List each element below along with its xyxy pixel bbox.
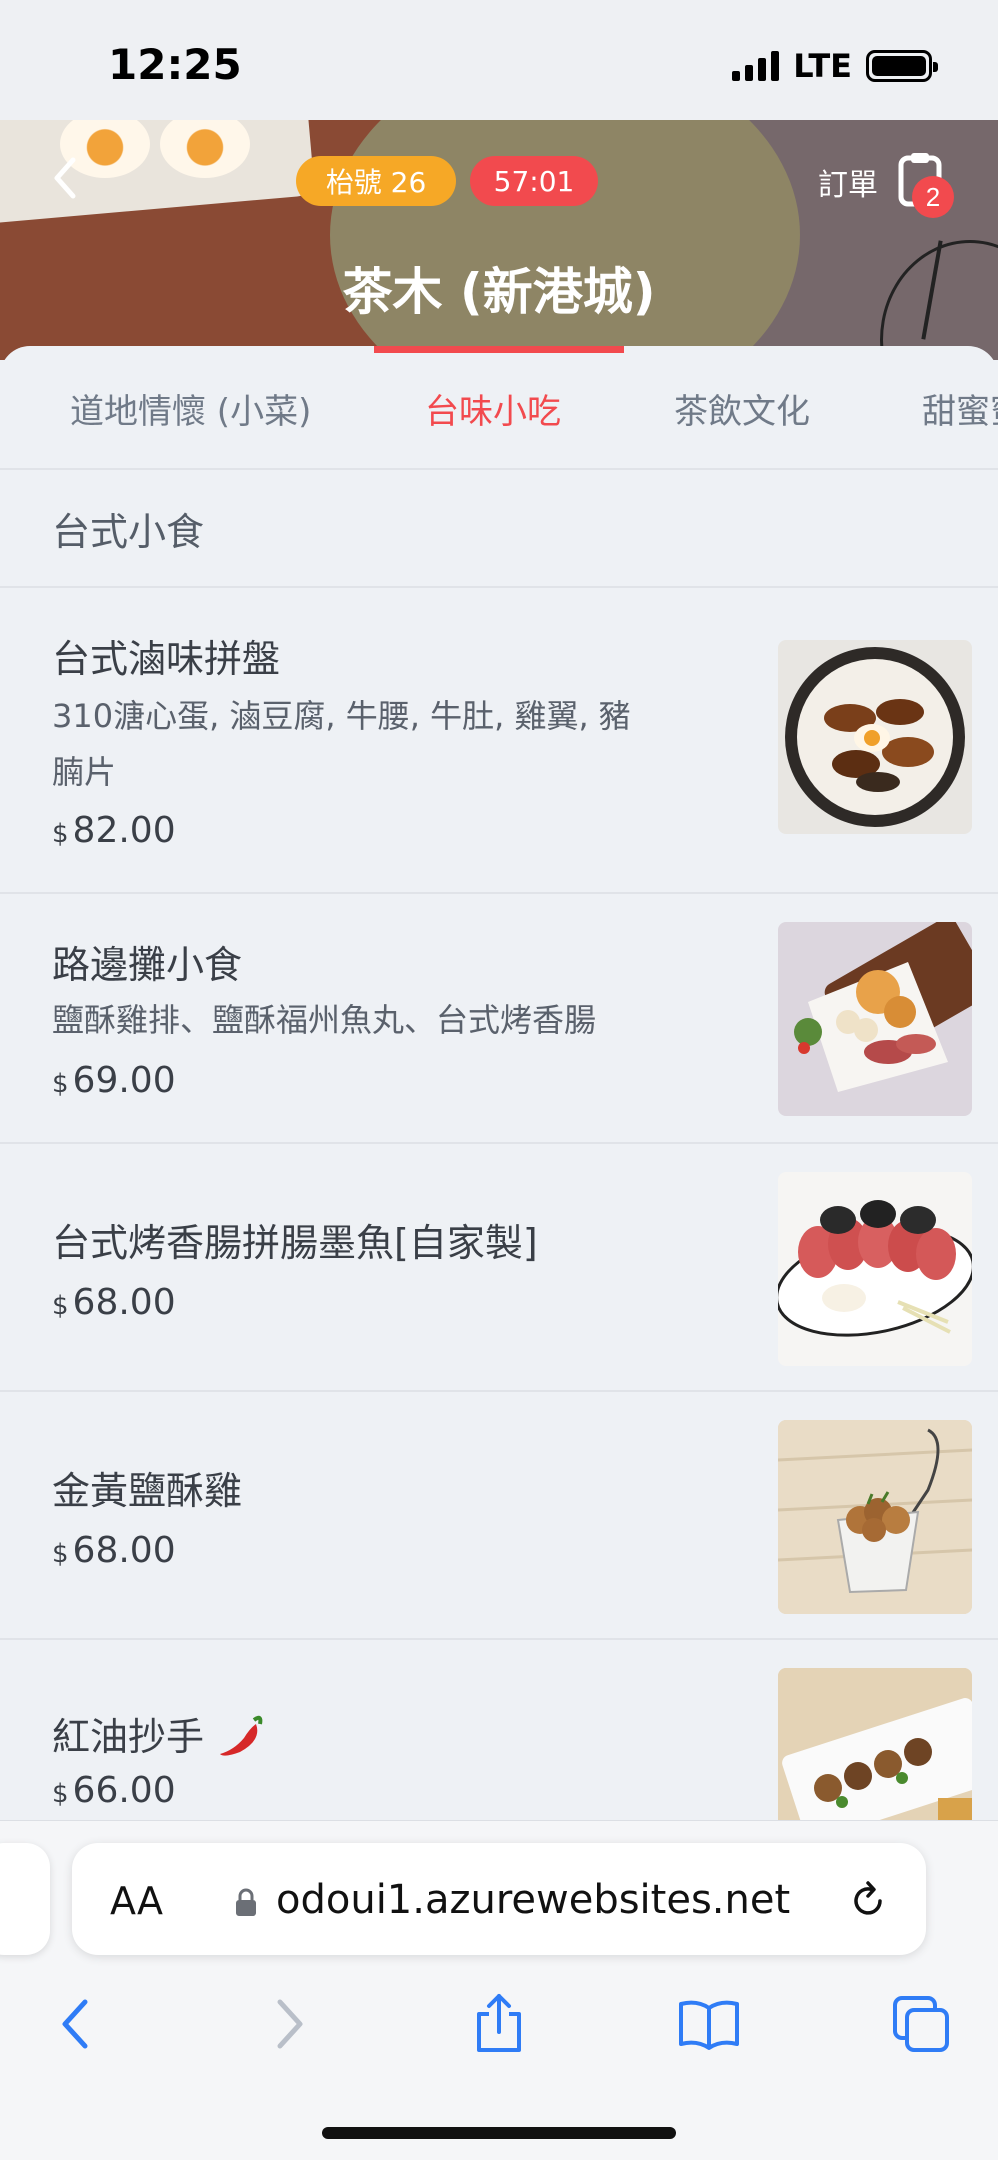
price-amount: 68.00	[72, 1282, 176, 1323]
item-price: $82.00	[52, 810, 176, 851]
currency-symbol: $	[52, 1291, 69, 1321]
sausage-squid-image	[778, 1200, 972, 1337]
item-price: $66.00	[52, 1770, 176, 1811]
order-button-label[interactable]: 訂單	[818, 160, 878, 204]
popcorn-chicken-image	[778, 1420, 972, 1614]
chili-wontons-photo[interactable]	[778, 1668, 972, 1826]
item-name: 金黃鹽酥雞	[52, 1469, 243, 1513]
item-price: $68.00	[52, 1282, 176, 1323]
browser-forward-button[interactable]	[255, 1989, 325, 2059]
text-size-label: AA	[110, 1879, 164, 1923]
item-description: 鹽酥雞排、鹽酥福州魚丸、台式烤香腸	[52, 1001, 597, 1039]
cellular-signal-icon	[732, 51, 780, 81]
status-indicators: LTE	[732, 46, 938, 86]
url-text[interactable]: odoui1.azurewebsites.net	[276, 1877, 790, 1923]
currency-symbol: $	[52, 1069, 69, 1099]
menu-item[interactable]: 台式烤香腸拼腸墨魚[自家製] $68.00	[0, 1144, 998, 1392]
item-description: 310溏心蛋, 滷豆腐, 牛腰, 牛肚, 雞翼, 豬 腩片	[52, 688, 692, 800]
chili-wontons-image	[778, 1668, 972, 1826]
tab-tea-drinks[interactable]: 茶飲文化	[674, 384, 810, 433]
tabs-button[interactable]	[886, 1989, 956, 2059]
chili-pepper-icon	[220, 1715, 263, 1756]
battery-icon	[866, 50, 938, 82]
item-description-line: 310溏心蛋, 滷豆腐, 牛腰, 牛肚, 雞翼, 豬	[52, 697, 631, 735]
lock-icon	[236, 1888, 256, 1916]
currency-symbol: $	[52, 1539, 69, 1569]
menu-panel: 道地情懷 (小菜) 台味小吃 茶飲文化 甜蜜蜜 台式小食 台式滷味拼盤 310溏…	[0, 346, 998, 1826]
item-name: 路邊攤小食	[52, 943, 243, 987]
tab-sweets[interactable]: 甜蜜蜜	[922, 384, 998, 433]
previous-tab-preview[interactable]	[0, 1843, 50, 1955]
price-amount: 82.00	[72, 810, 176, 851]
share-button[interactable]	[464, 1989, 534, 2059]
home-indicator[interactable]	[322, 2127, 676, 2139]
section-title: 台式小食	[0, 470, 998, 588]
book-icon	[679, 2000, 739, 2050]
bookmarks-button[interactable]	[674, 1989, 744, 2059]
sausage-squid-photo[interactable]	[778, 1172, 972, 1366]
address-bar[interactable]: AA odoui1.azurewebsites.net	[72, 1843, 926, 1955]
browser-toolbar: AA odoui1.azurewebsites.net	[0, 1820, 998, 2160]
item-name: 台式烤香腸拼腸墨魚[自家製]	[52, 1221, 538, 1265]
item-name-text: 紅油抄手	[52, 1715, 205, 1759]
back-button[interactable]	[40, 150, 90, 206]
street-snacks-photo[interactable]	[778, 922, 972, 1116]
chevron-right-icon	[277, 1999, 303, 2049]
tabs-icon	[893, 1996, 949, 2052]
braised-platter-image	[785, 647, 965, 827]
chevron-left-icon	[54, 157, 76, 199]
active-tab-indicator	[374, 346, 624, 353]
menu-item[interactable]: 紅油抄手 $66.00	[0, 1640, 998, 1826]
item-price: $69.00	[52, 1060, 176, 1101]
item-name: 紅油抄手	[52, 1706, 266, 1761]
currency-symbol: $	[52, 819, 69, 849]
menu-item[interactable]: 路邊攤小食 鹽酥雞排、鹽酥福州魚丸、台式烤香腸 $69.00	[0, 894, 998, 1144]
browser-nav-row	[0, 1989, 998, 2079]
browser-back-button[interactable]	[40, 1989, 110, 2059]
item-name: 台式滷味拼盤	[52, 637, 281, 681]
menu-item[interactable]: 金黃鹽酥雞 $68.00	[0, 1392, 998, 1640]
store-header: 枱號 26 57:01 訂單 2 茶木 (新港城)	[0, 120, 998, 360]
network-type: LTE	[793, 47, 852, 85]
tab-local-side-dishes[interactable]: 道地情懷 (小菜)	[70, 384, 311, 433]
item-price: $68.00	[52, 1530, 176, 1571]
popcorn-chicken-photo[interactable]	[778, 1420, 972, 1614]
session-timer-badge: 57:01	[470, 156, 598, 206]
status-time: 12:25	[108, 40, 242, 89]
reload-icon[interactable]	[846, 1879, 890, 1923]
price-amount: 66.00	[72, 1770, 176, 1811]
item-description-line: 腩片	[52, 753, 117, 791]
street-snacks-image	[794, 922, 972, 1092]
table-number-badge: 枱號 26	[296, 156, 456, 206]
text-size-button[interactable]: AA	[110, 1879, 163, 1923]
category-tabs: 道地情懷 (小菜) 台味小吃 茶飲文化 甜蜜蜜	[0, 346, 998, 470]
order-count-badge: 2	[912, 176, 954, 218]
store-name: 茶木 (新港城)	[342, 263, 656, 321]
currency-symbol: $	[52, 1779, 69, 1809]
status-bar: 12:25 LTE	[0, 0, 998, 120]
price-amount: 69.00	[72, 1060, 176, 1101]
braised-platter-photo[interactable]	[778, 640, 972, 834]
share-icon	[477, 1994, 521, 2052]
tab-taiwanese-snacks[interactable]: 台味小吃	[425, 384, 561, 433]
chevron-left-icon	[62, 1999, 88, 2049]
menu-item[interactable]: 台式滷味拼盤 310溏心蛋, 滷豆腐, 牛腰, 牛肚, 雞翼, 豬 腩片 $82…	[0, 588, 998, 894]
price-amount: 68.00	[72, 1530, 176, 1571]
